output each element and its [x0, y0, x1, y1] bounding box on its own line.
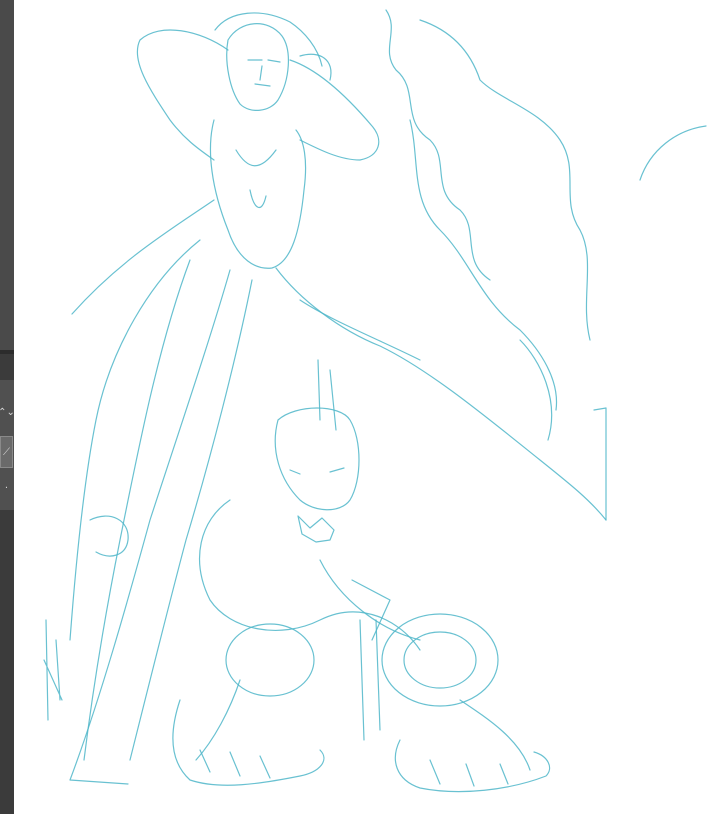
stepper-icon[interactable]: ⌃⌄: [0, 396, 15, 428]
tool-panel: ⌃⌄ ⟋ ·: [0, 380, 15, 510]
drawing-canvas[interactable]: [14, 0, 709, 814]
left-tool-strip: ⌃⌄ ⟋ ·: [0, 0, 15, 814]
side-panel: [0, 0, 14, 350]
panel-divider[interactable]: [0, 350, 14, 354]
pen-icon[interactable]: ⟋: [0, 436, 13, 468]
sketch-artwork: [43, 9, 707, 793]
dot-icon[interactable]: ·: [0, 472, 13, 504]
